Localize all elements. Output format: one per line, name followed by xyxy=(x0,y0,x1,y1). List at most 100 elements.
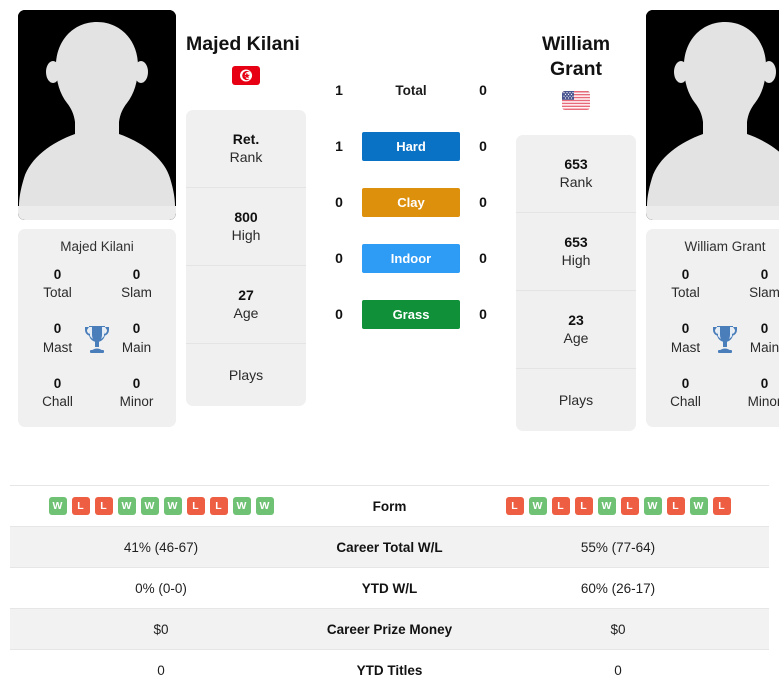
left-ytd-wl: 0% (0-0) xyxy=(135,580,187,596)
left-rank-row: Ret. Rank xyxy=(186,110,306,188)
form-win-badge[interactable]: W xyxy=(643,497,662,515)
form-win-badge[interactable]: W xyxy=(597,497,616,515)
form-loss-badge[interactable]: L xyxy=(186,497,205,515)
left-rank-label: Rank xyxy=(229,149,263,166)
right-ytd-wl: 60% (26-17) xyxy=(580,580,656,596)
right-player-column: William Grant 0 Total 0 Slam 0 Mast 0 Ma… xyxy=(646,10,779,431)
surface-indoor-left-value: 0 xyxy=(335,250,343,266)
title-cell-slam: 0 Slam xyxy=(725,266,779,302)
surface-total-right-value: 0 xyxy=(479,82,487,98)
person-silhouette-icon xyxy=(18,10,176,220)
form-win-badge[interactable]: W xyxy=(163,497,182,515)
tunisia-flag-icon xyxy=(232,65,260,85)
surface-indoor-right-value: 0 xyxy=(479,250,487,266)
right-plays-label: Plays xyxy=(558,391,594,408)
surface-total-label: Total xyxy=(395,82,427,98)
player-comparison-page: Majed Kilani 0 Total 0 Slam 0 Mast 0 Mai… xyxy=(0,0,779,699)
right-high-value: 653 xyxy=(564,233,588,250)
form-loss-badge[interactable]: L xyxy=(666,497,685,515)
title-total-value: 0 xyxy=(681,267,690,282)
right-age-row: 23 Age xyxy=(516,291,636,369)
form-loss-badge[interactable]: L xyxy=(209,497,228,515)
left-career-wl: 41% (46-67) xyxy=(123,539,199,555)
comparison-table: WLLWWWLLWW Form LWLLWLWLWL 41% (46-67) C… xyxy=(10,485,769,691)
title-chall-label: Chall xyxy=(670,394,701,410)
right-high-row: 653 High xyxy=(516,213,636,291)
title-chall-value: 0 xyxy=(681,375,690,391)
usa-flag-icon xyxy=(562,90,590,110)
surface-grass-badge[interactable]: Grass xyxy=(362,299,460,329)
surface-clay-badge[interactable]: Clay xyxy=(362,187,460,217)
left-rank-card: Ret. Rank 800 High 27 Age Plays xyxy=(186,109,306,406)
left-high-label: High xyxy=(231,227,261,244)
title-chall-value: 0 xyxy=(53,375,62,391)
comparison-header: Majed Kilani 0 Total 0 Slam 0 Mast 0 Mai… xyxy=(0,0,779,431)
form-loss-badge[interactable]: L xyxy=(574,497,593,515)
left-form-strip: WLLWWWLLWW xyxy=(16,497,306,515)
form-loss-badge[interactable]: L xyxy=(71,497,90,515)
left-form-cell: WLLWWWLLWW xyxy=(10,486,312,527)
title-total-value: 0 xyxy=(53,267,62,282)
surface-grass-left-value: 0 xyxy=(335,306,343,322)
form-win-badge[interactable]: W xyxy=(140,497,159,515)
form-win-badge[interactable]: W xyxy=(117,497,136,515)
title-minor-value: 0 xyxy=(132,375,141,391)
left-plays-label: Plays xyxy=(228,366,264,383)
title-cell-total: 0 Total xyxy=(646,266,725,302)
surface-row-total: 1 Total 0 xyxy=(316,62,506,118)
table-row-form: WLLWWWLLWW Form LWLLWLWLWL xyxy=(10,485,769,527)
left-player-name[interactable]: Majed Kilani xyxy=(186,10,306,57)
form-win-badge[interactable]: W xyxy=(48,497,67,515)
right-flag-wrap xyxy=(516,82,636,110)
trophy-icon xyxy=(84,324,110,354)
right-titles-grid: 0 Total 0 Slam 0 Mast 0 Main 0 Chall 0 M… xyxy=(646,266,779,411)
form-loss-badge[interactable]: L xyxy=(712,497,731,515)
form-loss-badge[interactable]: L xyxy=(505,497,524,515)
right-form-cell: LWLLWLWLWL xyxy=(467,486,769,527)
right-career-wl: 55% (77-64) xyxy=(580,539,656,555)
title-minor-label: Minor xyxy=(747,394,779,410)
form-loss-badge[interactable]: L xyxy=(620,497,639,515)
form-win-badge[interactable]: W xyxy=(232,497,251,515)
title-total-label: Total xyxy=(671,285,700,301)
right-form-strip: LWLLWLWLWL xyxy=(473,497,763,515)
left-high-row: 800 High xyxy=(186,188,306,266)
row-label-ytd-titles: YTD Titles xyxy=(356,662,423,678)
title-total-label: Total xyxy=(43,285,72,301)
left-age-label: Age xyxy=(233,305,259,322)
right-age-label: Age xyxy=(563,330,589,347)
right-titles-card: William Grant 0 Total 0 Slam 0 Mast 0 Ma… xyxy=(646,229,779,428)
surface-row-clay: 0 Clay 0 xyxy=(316,174,506,230)
right-player-name[interactable]: William Grant xyxy=(516,10,636,82)
row-label-prize-money: Career Prize Money xyxy=(326,621,453,637)
form-loss-badge[interactable]: L xyxy=(94,497,113,515)
right-rank-label: Rank xyxy=(559,174,593,191)
left-player-avatar[interactable] xyxy=(18,10,176,220)
left-player-info-column: Majed Kilani Ret. Rank 800 High 27 Age P… xyxy=(186,10,306,431)
right-player-avatar[interactable] xyxy=(646,10,779,220)
surface-total-left-value: 1 xyxy=(335,82,343,98)
left-prize-money: $0 xyxy=(153,621,169,637)
title-minor-label: Minor xyxy=(119,394,154,410)
form-win-badge[interactable]: W xyxy=(255,497,274,515)
right-age-value: 23 xyxy=(568,311,584,328)
left-age-row: 27 Age xyxy=(186,266,306,344)
left-flag-wrap xyxy=(186,57,306,85)
right-prize-money: $0 xyxy=(610,621,626,637)
table-row-ytd-wl: 0% (0-0) YTD W/L 60% (26-17) xyxy=(10,567,769,609)
surface-hard-left-value: 1 xyxy=(335,138,343,154)
surface-row-indoor: 0 Indoor 0 xyxy=(316,230,506,286)
left-age-value: 27 xyxy=(238,286,254,303)
surface-row-hard: 1 Hard 0 xyxy=(316,118,506,174)
surface-hard-badge[interactable]: Hard xyxy=(362,131,460,161)
form-win-badge[interactable]: W xyxy=(689,497,708,515)
form-win-badge[interactable]: W xyxy=(528,497,547,515)
right-player-info-column: William Grant 653 Rank 653 High 23 Age P… xyxy=(516,10,636,431)
right-avatar-caption: William Grant xyxy=(684,239,766,254)
title-chall-label: Chall xyxy=(42,394,73,410)
form-loss-badge[interactable]: L xyxy=(551,497,570,515)
trophy-icon xyxy=(712,324,738,354)
right-rank-row: 653 Rank xyxy=(516,135,636,213)
surface-indoor-badge[interactable]: Indoor xyxy=(362,243,460,273)
right-ytd-titles: 0 xyxy=(614,662,622,678)
